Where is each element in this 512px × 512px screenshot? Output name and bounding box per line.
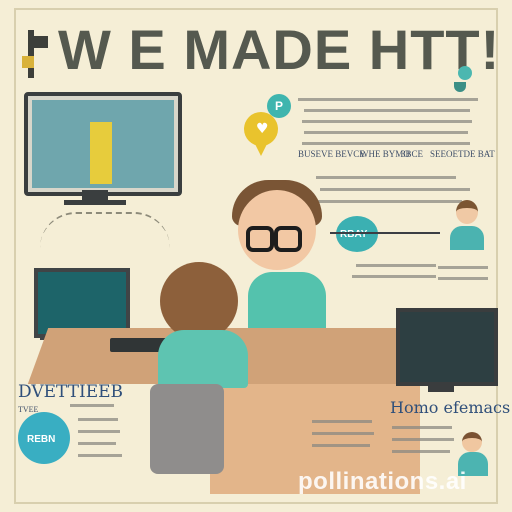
avatar-head [456,200,478,224]
student-body [158,330,248,388]
monitor-base [64,200,126,205]
flag-icon-accent [22,56,34,68]
text-line [438,277,488,280]
row-label: 3BCE [401,149,424,159]
text-line [78,454,122,457]
heart-icon: ♥ [256,121,269,137]
top-logo-circle: P [267,94,291,118]
poster: W E MADE HTT! ♥ P BUSEVE BEVCE WHE BYMO … [0,0,512,512]
yellow-device [90,122,112,184]
monitor-stand [82,190,108,200]
text-line [302,142,470,145]
cable-line [40,212,170,248]
text-line [78,442,116,445]
row-label: BUSEVE BEVCE [298,149,365,159]
text-line [392,426,452,429]
row-label: TDE BAT [458,149,495,159]
text-line [312,444,370,447]
right-monitor-stand [428,382,454,392]
student-head [160,262,238,340]
bottom-right-heading: Homo efemacs [390,398,511,417]
text-line [304,109,470,112]
text-line [312,420,372,423]
bottom-right-avatar-head [462,432,482,452]
bottom-left-circle-label: REBN [27,434,56,445]
glasses-icon-left [246,226,274,252]
text-line [78,430,120,433]
text-line [312,432,374,435]
text-line [320,188,470,191]
text-line [438,266,488,269]
speech-bubble-tail [254,142,268,156]
text-line [352,275,436,278]
chair [150,384,224,474]
text-line [298,98,478,101]
poster-title: W E MADE HTT! [58,18,501,81]
glasses-icon-right [274,226,302,252]
text-line [392,450,450,453]
text-line [356,264,436,267]
row-label: SEEOE [430,149,458,159]
avatar-body [450,226,484,250]
accent-dot [458,66,472,80]
text-line [392,438,454,441]
watermark: pollinations.ai [298,468,467,495]
avatar [448,196,486,252]
middle-circle-label: RBAY [340,229,368,240]
text-line [302,120,472,123]
bottom-left-heading: DVETTIEEB [18,382,124,402]
text-line [70,404,114,407]
text-line [316,176,456,179]
text-line [78,418,118,421]
flag-icon-flag [34,36,48,48]
text-line [312,200,462,203]
text-line [304,131,468,134]
glasses-bridge [270,235,276,238]
pointer-arrow [330,232,440,234]
right-monitor [396,308,498,386]
